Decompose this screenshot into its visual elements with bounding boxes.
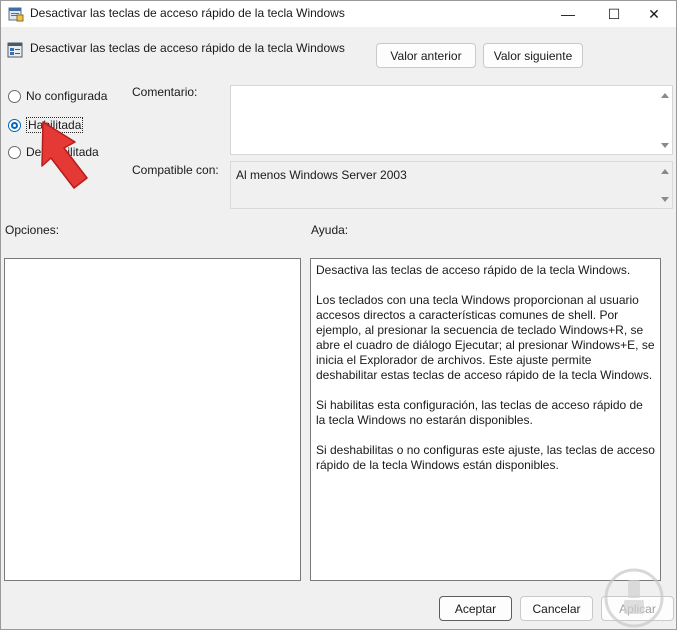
help-paragraph: Los teclados con una tecla Windows propo…	[316, 293, 655, 382]
next-setting-button[interactable]: Valor siguiente	[483, 43, 583, 68]
scroll-down-icon[interactable]	[661, 143, 669, 148]
comment-label: Comentario:	[132, 85, 198, 99]
scroll-down-icon[interactable]	[661, 197, 669, 202]
radio-disabled-circle[interactable]	[8, 145, 21, 159]
radio-not-configured-label: No configurada	[26, 89, 108, 103]
red-arrow-icon	[41, 121, 88, 189]
radio-enabled-circle[interactable]	[8, 118, 21, 132]
options-label: Opciones:	[5, 223, 60, 237]
compatible-field: Al menos Windows Server 2003	[230, 161, 673, 209]
help-paragraph: Si deshabilitas o no configuras este aju…	[316, 443, 655, 472]
policy-dialog-window: Desactivar las teclas de acceso rápido d…	[0, 0, 677, 630]
help-label: Ayuda:	[311, 223, 349, 237]
close-button[interactable]: ✕	[631, 1, 677, 27]
previous-setting-button[interactable]: Valor anterior	[376, 43, 476, 68]
ok-button[interactable]: Aceptar	[439, 596, 512, 621]
close-icon: ✕	[648, 5, 660, 22]
watermark-logo-icon	[604, 568, 664, 628]
compatible-scrollbar[interactable]	[658, 162, 672, 208]
comment-scrollbar[interactable]	[658, 86, 672, 154]
policy-window-icon	[8, 7, 24, 22]
compatible-label: Compatible con:	[132, 163, 219, 177]
comment-field[interactable]	[230, 85, 673, 155]
scroll-up-icon[interactable]	[661, 93, 669, 98]
minimize-icon: —	[561, 6, 575, 22]
title-bar[interactable]: Desactivar las teclas de acceso rápido d…	[1, 1, 676, 27]
radio-not-configured[interactable]: No configurada	[8, 89, 107, 103]
cancel-button[interactable]: Cancelar	[520, 596, 593, 621]
help-panel: Desactiva las teclas de acceso rápido de…	[310, 258, 661, 581]
help-paragraph: Si habilitas esta configuración, las tec…	[316, 398, 643, 427]
help-paragraph: Desactiva las teclas de acceso rápido de…	[316, 263, 631, 277]
policy-title: Desactivar las teclas de acceso rápido d…	[30, 41, 345, 55]
compatible-value: Al menos Windows Server 2003	[236, 168, 407, 182]
minimize-button[interactable]: —	[545, 1, 591, 27]
window-title: Desactivar las teclas de acceso rápido d…	[30, 6, 345, 20]
maximize-icon: ☐	[607, 5, 621, 22]
policy-setting-icon	[7, 42, 23, 58]
radio-not-configured-circle[interactable]	[8, 89, 21, 103]
scroll-up-icon[interactable]	[661, 169, 669, 174]
options-panel	[4, 258, 301, 581]
